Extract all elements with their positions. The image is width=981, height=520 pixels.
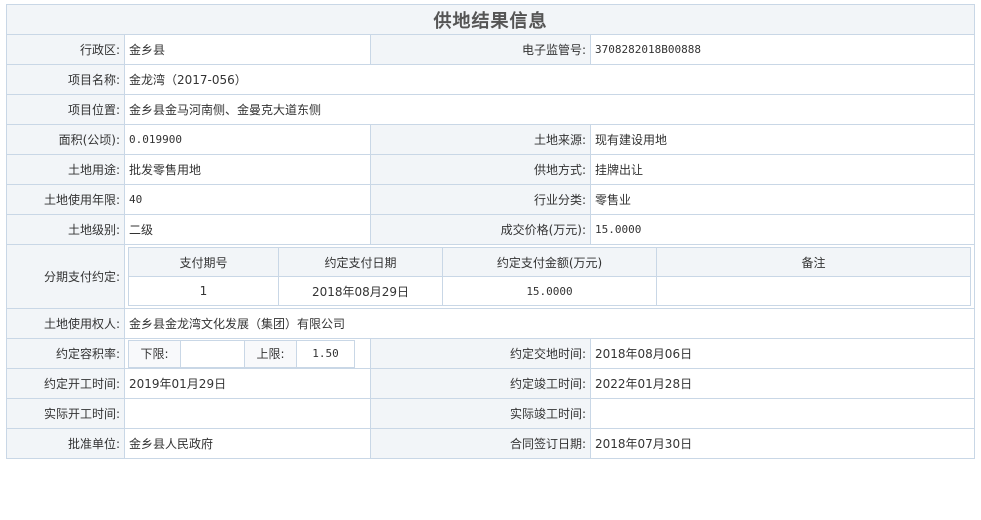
approver-value: 金乡县人民政府: [124, 428, 371, 459]
owner-value: 金乡县金龙湾文化发展（集团）有限公司: [124, 308, 975, 339]
approver-label: 批准单位:: [6, 428, 125, 459]
far-upper-value: 1.50: [296, 339, 355, 368]
installment-header-period: 支付期号: [128, 247, 279, 277]
land-source-label: 土地来源:: [370, 124, 591, 155]
land-source-value: 现有建设用地: [590, 124, 975, 155]
installment-header-date: 约定支付日期: [278, 247, 443, 277]
supply-method-value: 挂牌出让: [590, 154, 975, 185]
land-use-value: 批发零售用地: [124, 154, 371, 185]
installment-row: 1 2018年08月29日 15.0000: [128, 276, 971, 306]
installment-period: 1: [128, 276, 279, 306]
installment-header-amount: 约定支付金额(万元): [442, 247, 657, 277]
installment-amount: 15.0000: [442, 276, 657, 306]
installment-label: 分期支付约定:: [6, 244, 125, 309]
project-name-value: 金龙湾（2017-056）: [124, 64, 975, 95]
handover-date-value: 2018年08月06日: [590, 338, 975, 369]
area-label: 面积(公顷):: [6, 124, 125, 155]
project-name-label: 项目名称:: [6, 64, 125, 95]
installment-table: 支付期号 约定支付日期 约定支付金额(万元) 备注 1 2018年08月29日 …: [128, 247, 971, 306]
price-value: 15.0000: [590, 214, 975, 245]
completion-date-label: 约定竣工时间:: [370, 368, 591, 399]
actual-start-label: 实际开工时间:: [6, 398, 125, 429]
page-title: 供地结果信息: [6, 4, 975, 35]
installment-header-note: 备注: [656, 247, 971, 277]
contract-date-value: 2018年07月30日: [590, 428, 975, 459]
price-label: 成交价格(万元):: [370, 214, 591, 245]
installment-cell: 支付期号 约定支付日期 约定支付金额(万元) 备注 1 2018年08月29日 …: [124, 244, 975, 309]
actual-completion-value: [590, 398, 975, 429]
supervision-number-value: 3708282018B00888: [590, 34, 975, 65]
land-term-label: 土地使用年限:: [6, 184, 125, 215]
floor-area-ratio-label: 约定容积率:: [6, 338, 125, 369]
completion-date-value: 2022年01月28日: [590, 368, 975, 399]
far-upper-label: 上限:: [244, 339, 297, 368]
actual-start-value: [124, 398, 371, 429]
handover-date-label: 约定交地时间:: [370, 338, 591, 369]
supervision-number-label: 电子监管号:: [370, 34, 591, 65]
actual-completion-label: 实际竣工时间:: [370, 398, 591, 429]
industry-label: 行业分类:: [370, 184, 591, 215]
start-date-label: 约定开工时间:: [6, 368, 125, 399]
far-lower-value: [180, 339, 245, 368]
industry-value: 零售业: [590, 184, 975, 215]
floor-area-ratio-table: 下限: 上限: 1.50: [128, 339, 355, 368]
owner-label: 土地使用权人:: [6, 308, 125, 339]
project-location-value: 金乡县金马河南侧、金曼克大道东侧: [124, 94, 975, 125]
far-lower-label: 下限:: [128, 339, 181, 368]
land-grade-label: 土地级别:: [6, 214, 125, 245]
installment-date: 2018年08月29日: [278, 276, 443, 306]
installment-header-row: 支付期号 约定支付日期 约定支付金额(万元) 备注: [128, 247, 971, 277]
land-supply-table: 供地结果信息 行政区: 金乡县 电子监管号: 3708282018B00888 …: [6, 4, 975, 459]
contract-date-label: 合同签订日期:: [370, 428, 591, 459]
supply-method-label: 供地方式:: [370, 154, 591, 185]
land-supply-result-panel: 供地结果信息 行政区: 金乡县 电子监管号: 3708282018B00888 …: [6, 4, 975, 459]
project-location-label: 项目位置:: [6, 94, 125, 125]
floor-area-ratio-cell: 下限: 上限: 1.50: [124, 338, 371, 369]
land-use-label: 土地用途:: [6, 154, 125, 185]
land-grade-value: 二级: [124, 214, 371, 245]
start-date-value: 2019年01月29日: [124, 368, 371, 399]
district-value: 金乡县: [124, 34, 371, 65]
land-term-value: 40: [124, 184, 371, 215]
district-label: 行政区:: [6, 34, 125, 65]
area-value: 0.019900: [124, 124, 371, 155]
installment-note: [656, 276, 971, 306]
